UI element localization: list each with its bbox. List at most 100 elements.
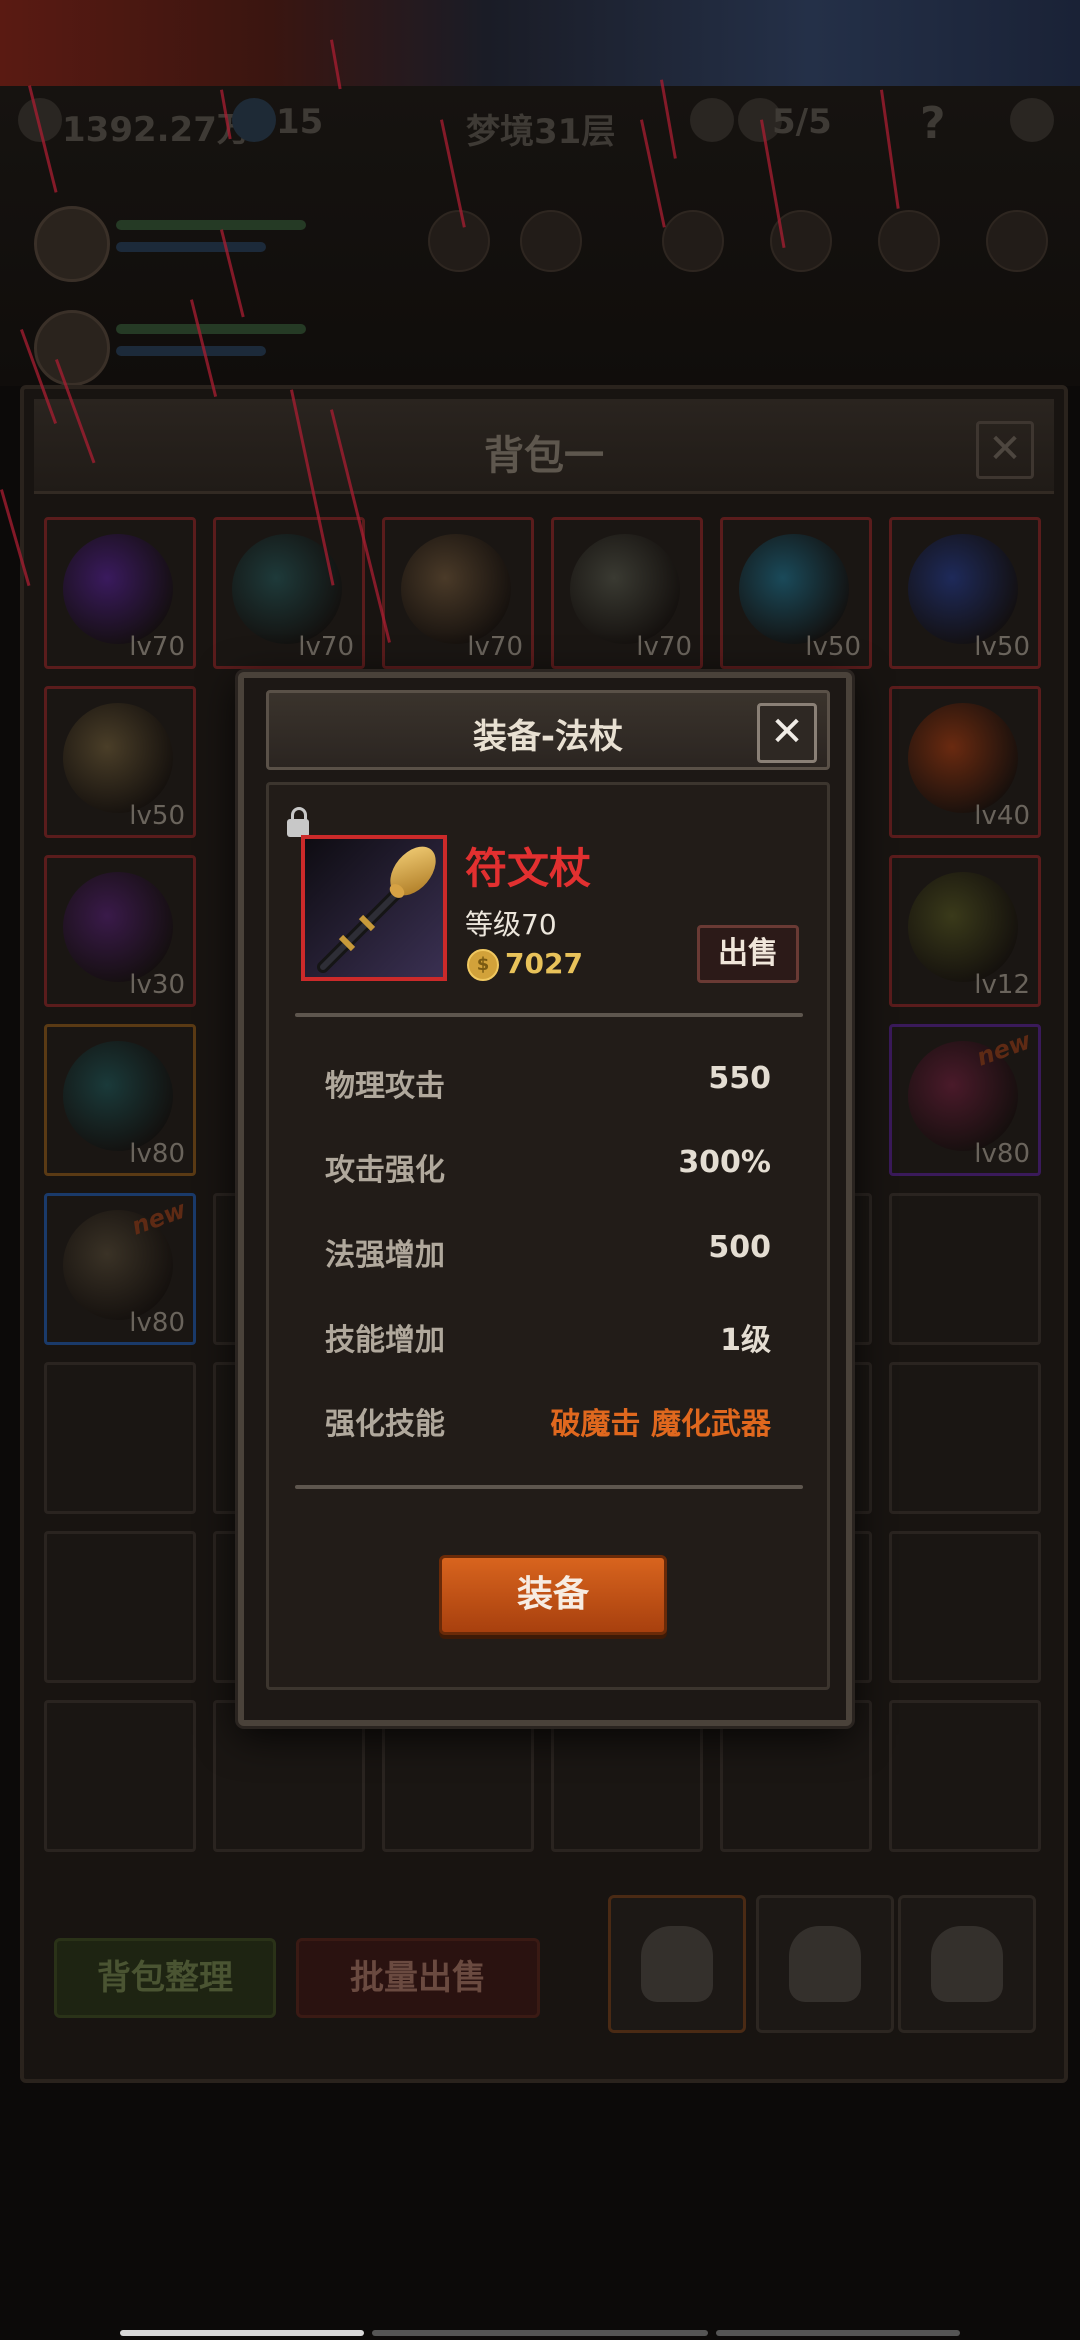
inventory-header: 背包一 ✕ — [34, 399, 1054, 494]
bag-tab-3[interactable] — [898, 1895, 1036, 2033]
inventory-slot[interactable]: lv50 — [889, 517, 1041, 669]
help-button[interactable]: ? — [920, 98, 946, 149]
stat-value: 500 — [708, 1230, 771, 1265]
hero-hp-bar-2 — [116, 324, 306, 334]
bulk-sell-button[interactable]: 批量出售 — [296, 1938, 540, 2018]
item-icon — [63, 872, 173, 982]
item-detail-body: 符文杖 等级70 $ 7027 出售 物理攻击 550 攻击强化 300% 法强… — [266, 782, 830, 1690]
empty-slot[interactable] — [44, 1531, 196, 1683]
divider — [295, 1485, 803, 1489]
home-indicator — [120, 2330, 364, 2336]
empty-slot[interactable] — [889, 1362, 1041, 1514]
bag-tab-2[interactable] — [756, 1895, 894, 2033]
skill-slot-1[interactable] — [428, 210, 490, 272]
empty-slot[interactable] — [44, 1700, 196, 1852]
item-level-label: lv12 — [974, 970, 1030, 1000]
key-icon — [690, 98, 734, 142]
inventory-close-button[interactable]: ✕ — [976, 421, 1034, 479]
keys-value: 5/5 — [772, 102, 832, 142]
modal-title: 装备-法杖 — [472, 717, 624, 757]
inventory-slot[interactable]: new lv80 — [889, 1024, 1041, 1176]
hero-portrait-2[interactable] — [34, 310, 110, 386]
bag-icon — [641, 1926, 713, 2002]
staff-icon — [305, 839, 443, 977]
modal-header: 装备-法杖 ✕ — [266, 690, 830, 770]
item-icon — [908, 872, 1018, 982]
item-level-label: lv80 — [974, 1139, 1030, 1169]
item-name: 符文杖 — [465, 844, 592, 893]
item-icon — [908, 703, 1018, 813]
inventory-slot[interactable]: new lv80 — [44, 1193, 196, 1345]
inventory-slot[interactable]: lv40 — [889, 686, 1041, 838]
inventory-slot[interactable]: lv70 — [551, 517, 703, 669]
empty-slot[interactable] — [44, 1362, 196, 1514]
hero-portrait-1[interactable] — [34, 206, 110, 282]
stat-value: 300% — [678, 1145, 771, 1180]
top-banner — [0, 0, 1080, 86]
skill-slot-2[interactable] — [520, 210, 582, 272]
inventory-slot[interactable]: lv50 — [44, 686, 196, 838]
inventory-slot[interactable]: lv12 — [889, 855, 1041, 1007]
item-icon — [570, 534, 680, 644]
item-level-label: lv70 — [636, 632, 692, 662]
gem-icon — [232, 98, 276, 142]
sell-button[interactable]: 出售 — [697, 925, 799, 983]
empty-slot[interactable] — [889, 1193, 1041, 1345]
item-icon — [63, 703, 173, 813]
inventory-slot[interactable]: lv70 — [44, 517, 196, 669]
item-icon — [401, 534, 511, 644]
enhanced-skills-value: 破魔击 魔化武器 — [550, 1407, 771, 1442]
bag-icon — [931, 1926, 1003, 2002]
stat-label: 物理攻击 — [325, 1069, 445, 1104]
item-level-label: lv70 — [298, 632, 354, 662]
empty-slot[interactable] — [889, 1700, 1041, 1852]
hero-hp-bar-1 — [116, 220, 306, 230]
sort-bag-button[interactable]: 背包整理 — [54, 1938, 276, 2018]
skill-slot-6[interactable] — [986, 210, 1048, 272]
stat-label: 技能增加 — [325, 1323, 445, 1358]
stat-label: 攻击强化 — [325, 1153, 445, 1188]
inventory-slot[interactable]: lv50 — [720, 517, 872, 669]
bag-tab-1[interactable] — [608, 1895, 746, 2033]
progress-segment — [372, 2330, 708, 2336]
divider — [295, 1013, 803, 1017]
item-icon — [908, 534, 1018, 644]
inventory-title: 背包一 — [484, 433, 604, 479]
item-level-label: lv80 — [129, 1308, 185, 1338]
settings-icon[interactable] — [1010, 98, 1054, 142]
skill-slot-3[interactable] — [662, 210, 724, 272]
stat-value: 550 — [708, 1061, 771, 1096]
item-level-label: lv50 — [129, 801, 185, 831]
empty-slot[interactable] — [889, 1531, 1041, 1683]
inventory-slot[interactable]: lv70 — [382, 517, 534, 669]
inventory-slot[interactable]: lv70 — [213, 517, 365, 669]
progress-segment — [716, 2330, 960, 2336]
item-image — [301, 835, 447, 981]
hud: 1392.27万 15 梦境31层 5/5 ? — [0, 86, 1080, 386]
stat-value: 1级 — [720, 1323, 771, 1358]
equip-button[interactable]: 装备 — [439, 1555, 667, 1635]
inventory-slot[interactable]: lv30 — [44, 855, 196, 1007]
item-icon — [739, 534, 849, 644]
item-icon — [63, 1041, 173, 1151]
skill-slot-5[interactable] — [878, 210, 940, 272]
item-icon — [63, 534, 173, 644]
gem-value: 15 — [276, 102, 324, 142]
stat-label: 法强增加 — [325, 1238, 445, 1273]
stat-label: 强化技能 — [325, 1407, 445, 1442]
inventory-slot[interactable]: lv80 — [44, 1024, 196, 1176]
modal-close-button[interactable]: ✕ — [757, 703, 817, 763]
item-level-label: lv40 — [974, 801, 1030, 831]
hero-mp-bar-1 — [116, 242, 266, 252]
item-price: 7027 — [505, 947, 583, 980]
item-level-label: lv80 — [129, 1139, 185, 1169]
item-level-label: lv50 — [974, 632, 1030, 662]
bag-icon — [789, 1926, 861, 2002]
item-level-label: lv30 — [129, 970, 185, 1000]
item-level-label: lv50 — [805, 632, 861, 662]
item-level: 等级70 — [465, 908, 557, 941]
hero-mp-bar-2 — [116, 346, 266, 356]
equipment-detail-modal: 装备-法杖 ✕ 符文杖 等级70 $ 7027 出售 物理攻击 550 攻击强化… — [238, 672, 852, 1726]
stage-label: 梦境31层 — [466, 112, 616, 152]
item-level-label: lv70 — [467, 632, 523, 662]
